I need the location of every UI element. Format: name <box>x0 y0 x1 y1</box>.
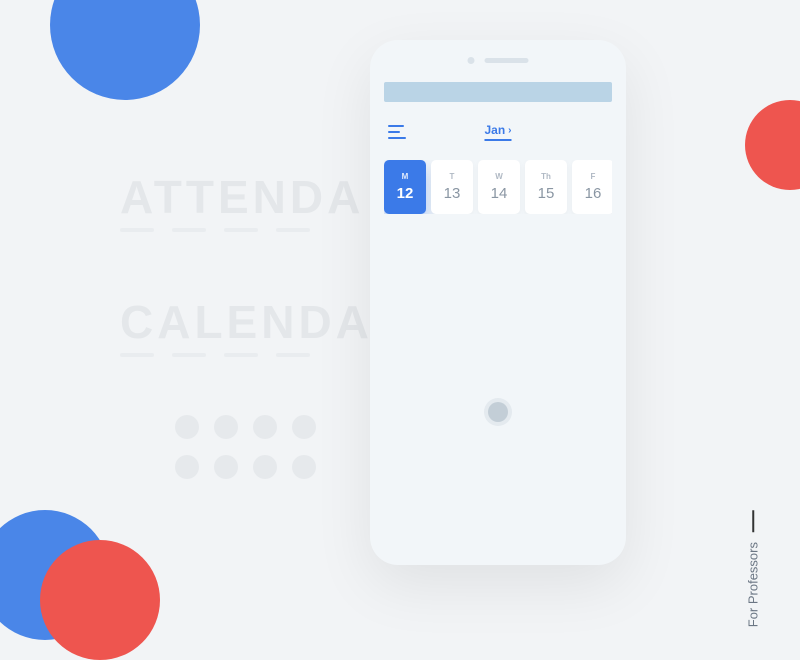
date-number: 13 <box>444 185 461 202</box>
phone-mockup: Jan › M 12 T 13 W 14 Th 15 F 16 <box>370 40 626 565</box>
date-number: 15 <box>538 185 555 202</box>
nav-row: Jan › <box>384 122 612 142</box>
side-caption-text: For Professors <box>745 542 760 627</box>
side-underline <box>752 510 754 532</box>
side-caption: For Professors <box>745 510 760 627</box>
date-card-selected[interactable]: M 12 <box>384 160 426 214</box>
date-day-label: T <box>450 172 455 181</box>
bg-dashes-2 <box>120 353 310 357</box>
phone-screen: Jan › M 12 T 13 W 14 Th 15 F 16 <box>384 82 612 551</box>
date-day-label: M <box>402 172 409 181</box>
month-selector[interactable]: Jan › <box>484 123 511 141</box>
bg-dots-row-2 <box>175 455 316 479</box>
phone-hardware <box>468 57 529 64</box>
date-day-label: F <box>591 172 596 181</box>
menu-icon[interactable] <box>388 125 406 139</box>
app-header-bar <box>384 82 612 102</box>
bg-title-calendar: CALENDA <box>120 295 373 349</box>
chevron-right-icon: › <box>508 125 511 136</box>
decor-circle-red-top <box>745 100 800 190</box>
date-card[interactable]: Th 15 <box>525 160 567 214</box>
decor-circle-blue-top <box>50 0 200 100</box>
date-day-label: W <box>495 172 503 181</box>
bg-dashes-1 <box>120 228 310 232</box>
date-number: 14 <box>491 185 508 202</box>
bg-dots-row-1 <box>175 415 316 439</box>
loading-indicator-icon <box>488 402 508 422</box>
month-label-text: Jan <box>484 123 505 137</box>
date-card[interactable]: W 14 <box>478 160 520 214</box>
date-day-label: Th <box>541 172 551 181</box>
date-strip[interactable]: M 12 T 13 W 14 Th 15 F 16 S <box>384 160 612 214</box>
bg-title-attendance: ATTENDA <box>120 170 364 224</box>
date-card[interactable]: T 13 <box>431 160 473 214</box>
date-number: 12 <box>397 185 414 202</box>
decor-circle-red-bottom <box>40 540 160 660</box>
date-number: 16 <box>585 185 602 202</box>
date-card[interactable]: F 16 <box>572 160 612 214</box>
